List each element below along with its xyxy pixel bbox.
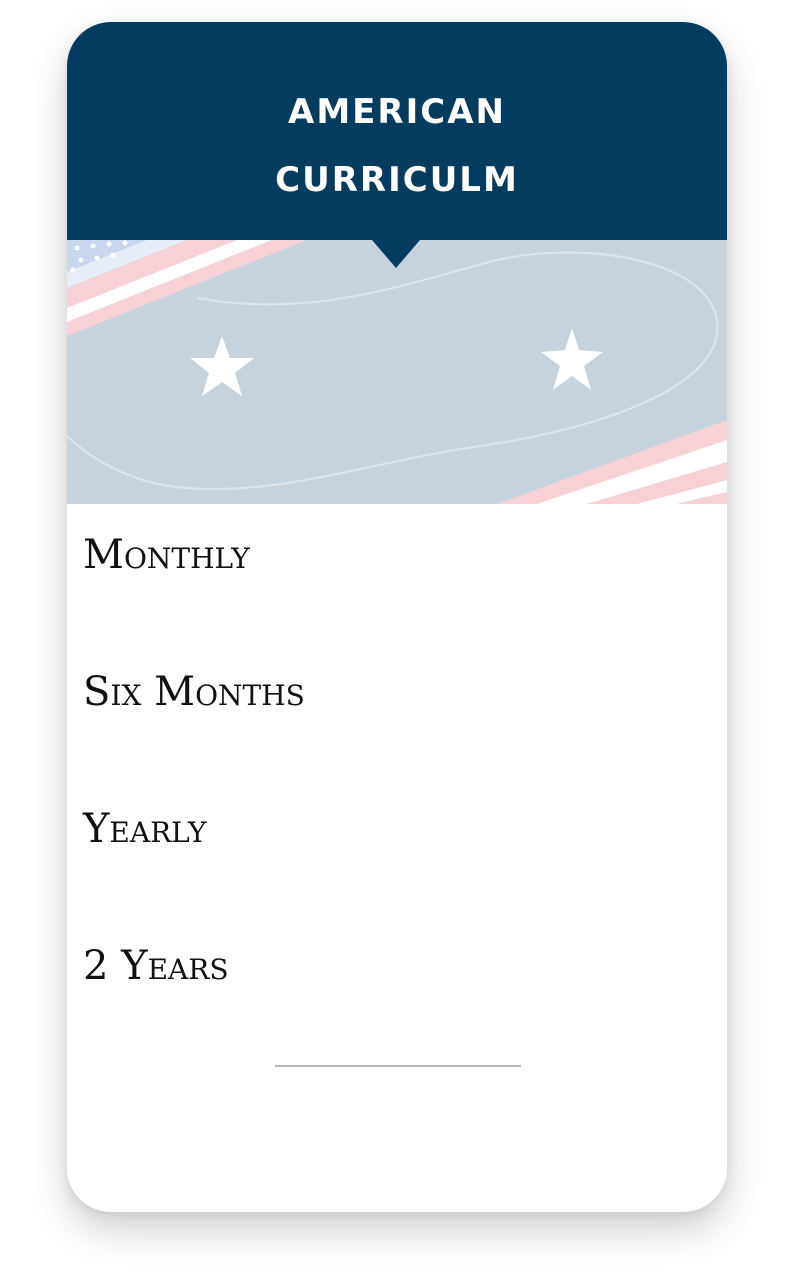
title-line-1: AMERICAN	[288, 92, 506, 132]
subscription-card: AMERICAN CURRICULM	[67, 22, 727, 1212]
plan-option-monthly[interactable]: Monthly	[83, 535, 250, 575]
card-header: AMERICAN CURRICULM	[67, 22, 727, 240]
divider	[275, 1065, 521, 1067]
plan-option-yearly[interactable]: Yearly	[83, 809, 206, 849]
plan-option-two-years[interactable]: 2 Years	[83, 946, 229, 986]
plan-option-six-months[interactable]: Six Months	[83, 672, 305, 712]
title-line-2: CURRICULM	[275, 160, 519, 200]
page: AMERICAN CURRICULM Monthly Six Months Ye…	[0, 0, 796, 1280]
flag-banner-image	[67, 240, 727, 504]
